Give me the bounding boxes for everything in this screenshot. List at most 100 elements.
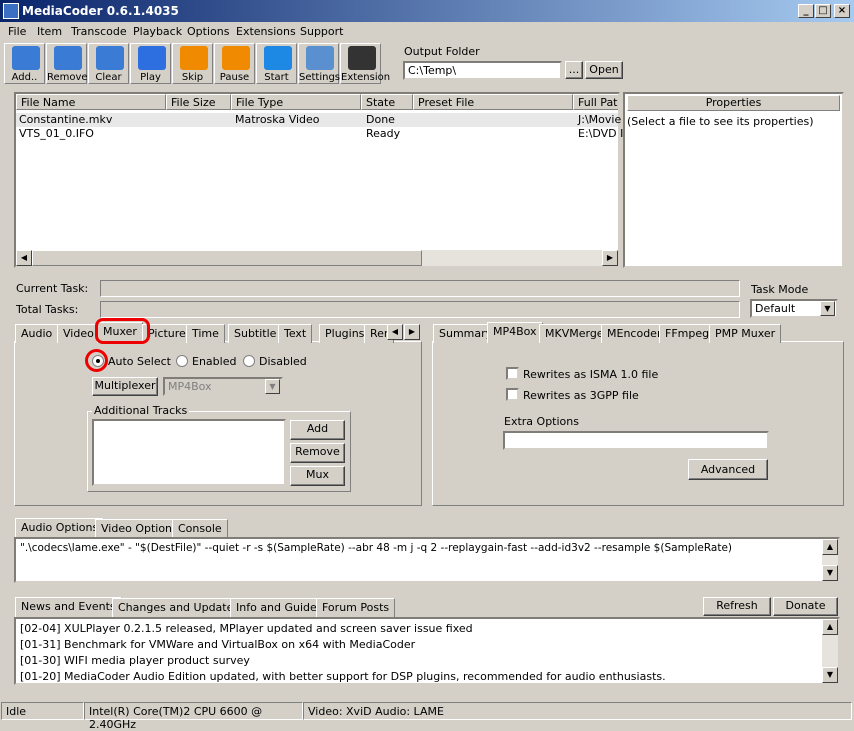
tab-mp4box[interactable]: MP4Box xyxy=(487,322,543,343)
chevron-down-icon[interactable]: ▼ xyxy=(265,379,280,394)
scroll-down-icon[interactable]: ▼ xyxy=(822,667,838,683)
advanced-button[interactable]: Advanced xyxy=(688,459,768,480)
toolbar-button-remove[interactable]: Remove xyxy=(46,43,88,84)
toolbar-label: Start xyxy=(264,72,289,83)
tab-plugins[interactable]: Plugins xyxy=(319,324,371,343)
multiplexer-select[interactable]: MP4Box ▼ xyxy=(163,377,283,396)
maximize-button[interactable]: □ xyxy=(815,4,831,18)
tab-scroll-right-icon[interactable]: ▶ xyxy=(404,324,420,340)
toolbar-button-add[interactable]: Add.. xyxy=(4,43,45,84)
tab-audio-options[interactable]: Audio Options xyxy=(15,518,105,538)
scroll-up-icon[interactable]: ▲ xyxy=(822,539,838,555)
3gpp-checkbox[interactable] xyxy=(506,388,519,401)
col-preset-file[interactable]: Preset File xyxy=(413,94,573,110)
scrollbar-thumb[interactable] xyxy=(32,250,422,266)
status-codec: Video: XviD Audio: LAME xyxy=(303,702,852,720)
multiplexer-value: MP4Box xyxy=(168,380,212,393)
remove-icon xyxy=(54,46,82,70)
menu-file[interactable]: File xyxy=(8,25,26,38)
toolbar-button-skip[interactable]: Skip xyxy=(172,43,213,84)
minimize-button[interactable]: _ xyxy=(798,4,814,18)
multiplexer-button[interactable]: Multiplexer xyxy=(92,377,158,396)
list-item[interactable]: [01-20] MediaCoder Audio Edition updated… xyxy=(20,670,666,684)
tab-console[interactable]: Console xyxy=(172,519,228,538)
tab-forum-posts[interactable]: Forum Posts xyxy=(316,598,396,617)
menu-extensions[interactable]: Extensions xyxy=(236,25,296,38)
col-state[interactable]: State xyxy=(361,94,413,110)
news-scrollbar[interactable]: ▲ ▼ xyxy=(822,619,838,683)
status-state: Idle xyxy=(1,702,84,720)
command-scrollbar[interactable]: ▲ ▼ xyxy=(822,539,838,581)
task-mode-select[interactable]: Default ▼ xyxy=(750,299,838,318)
refresh-rss-button[interactable]: Refresh RSS xyxy=(703,597,771,628)
disabled-label: Disabled xyxy=(259,355,307,368)
tab-pmp-muxer[interactable]: PMP Muxer xyxy=(709,324,782,343)
add-icon xyxy=(12,46,40,70)
isma-checkbox[interactable] xyxy=(506,367,519,380)
scroll-down-icon[interactable]: ▼ xyxy=(822,565,838,581)
menu-item[interactable]: Item xyxy=(37,25,62,38)
table-row[interactable]: VTS_01_0.IFO Ready E:\DVD I xyxy=(16,127,623,141)
scroll-up-icon[interactable]: ▲ xyxy=(822,619,838,635)
list-item[interactable]: [02-04] XULPlayer 0.2.1.5 released, MPla… xyxy=(20,622,473,636)
toolbar-label: Settings xyxy=(299,72,341,83)
tab-info-guides[interactable]: Info and Guides xyxy=(230,598,329,617)
list-item[interactable]: [01-31] Benchmark for VMWare and Virtual… xyxy=(20,638,415,652)
menu-playback[interactable]: Playback xyxy=(133,25,182,38)
file-list[interactable]: File Name File Size File Type State Pres… xyxy=(14,92,623,268)
toolbar-button-clear[interactable]: Clear xyxy=(88,43,129,84)
cell-state: Done xyxy=(366,113,395,126)
tab-time[interactable]: Time xyxy=(186,324,225,343)
chevron-down-icon[interactable]: ▼ xyxy=(820,301,835,316)
scroll-left-icon[interactable]: ◀ xyxy=(16,250,32,266)
toolbar-button-start[interactable]: Start xyxy=(256,43,297,84)
tab-video-options[interactable]: Video Options xyxy=(95,519,184,538)
table-row[interactable]: Constantine.mkv Matroska Video Done J:\M… xyxy=(16,113,621,127)
open-button[interactable]: Open xyxy=(585,61,623,79)
toolbar-button-settings[interactable]: Settings xyxy=(298,43,341,84)
browse-button[interactable]: ... xyxy=(565,61,583,79)
settings-icon xyxy=(306,46,334,70)
extra-options-input[interactable] xyxy=(503,431,769,450)
donate-button[interactable]: Donate xyxy=(773,597,838,616)
col-file-name[interactable]: File Name xyxy=(16,94,166,110)
col-file-size[interactable]: File Size xyxy=(166,94,231,110)
col-full-path[interactable]: Full Path xyxy=(573,94,618,110)
output-folder-input[interactable]: C:\Temp\ xyxy=(403,61,562,80)
menu-support[interactable]: Support xyxy=(300,25,343,38)
toolbar-button-extension[interactable]: Extension xyxy=(340,43,390,84)
close-button[interactable]: × xyxy=(834,4,850,18)
tab-news-events[interactable]: News and Events xyxy=(15,597,122,617)
left-tabs: Audio Video Muxer Picture Time Subtitle … xyxy=(14,322,424,343)
tab-changes-updates[interactable]: Changes and Updates xyxy=(112,598,246,617)
news-list[interactable]: [02-04] XULPlayer 0.2.1.5 released, MPla… xyxy=(14,617,840,685)
radio-disabled[interactable] xyxy=(243,355,255,367)
command-line-box[interactable]: ".\codecs\lame.exe" - "$(DestFile)" --qu… xyxy=(14,537,840,583)
toolbar-button-play[interactable]: Play xyxy=(130,43,171,84)
tab-scroll-left-icon[interactable]: ◀ xyxy=(387,324,403,340)
toolbar-label: Remove xyxy=(47,72,88,83)
additional-tracks-list[interactable] xyxy=(92,419,286,486)
horizontal-scrollbar[interactable]: ◀ ▶ xyxy=(16,250,618,266)
toolbar-label: Pause xyxy=(219,72,250,83)
menu-transcode[interactable]: Transcode xyxy=(71,25,127,38)
tab-mkvmerge[interactable]: MKVMerge xyxy=(539,324,610,343)
tab-mencoder[interactable]: MEncoder xyxy=(601,324,668,343)
tab-ffmpeg[interactable]: FFmpeg xyxy=(659,324,716,343)
mux-button[interactable]: Mux xyxy=(290,466,345,486)
radio-enabled[interactable] xyxy=(176,355,188,367)
pause-icon xyxy=(222,46,250,70)
tab-video[interactable]: Video xyxy=(57,324,100,343)
tab-text[interactable]: Text xyxy=(278,324,313,343)
scroll-right-icon[interactable]: ▶ xyxy=(602,250,618,266)
remove-track-button[interactable]: Remove xyxy=(290,443,345,463)
tab-subtitle[interactable]: Subtitle xyxy=(228,324,283,343)
cell-name: VTS_01_0.IFO xyxy=(19,127,94,140)
add-track-button[interactable]: Add xyxy=(290,420,345,440)
toolbar-button-pause[interactable]: Pause xyxy=(214,43,255,84)
list-item[interactable]: [01-30] WIFI media player product survey xyxy=(20,654,250,668)
tab-audio[interactable]: Audio xyxy=(15,324,59,343)
toolbar-label: Play xyxy=(140,72,161,83)
menu-options[interactable]: Options xyxy=(187,25,229,38)
col-file-type[interactable]: File Type xyxy=(231,94,361,110)
